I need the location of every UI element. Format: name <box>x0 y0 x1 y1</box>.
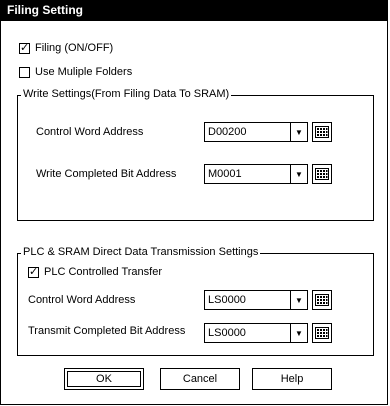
write-completed-label: Write Completed Bit Address <box>36 168 177 180</box>
chevron-down-icon[interactable]: ▼ <box>290 123 307 141</box>
chevron-down-icon[interactable]: ▼ <box>290 165 307 183</box>
plc-control-word-label: Control Word Address <box>28 294 136 306</box>
multiple-folders-checkbox[interactable] <box>19 66 30 78</box>
write-settings-title: Write Settings(From Filing Data To SRAM) <box>21 88 232 100</box>
keypad-icon[interactable] <box>312 290 332 310</box>
write-control-word-select[interactable]: D00200 ▼ <box>204 122 308 142</box>
multiple-folders-label: Use Muliple Folders <box>35 66 133 78</box>
window-title: Filing Setting <box>1 0 387 21</box>
keypad-icon[interactable] <box>312 323 332 343</box>
help-label: Help <box>280 373 304 385</box>
filing-checkbox[interactable] <box>19 41 30 55</box>
chevron-down-icon[interactable]: ▼ <box>290 324 307 342</box>
filing-toggle[interactable]: Filing (ON/OFF) <box>19 41 114 55</box>
help-button[interactable]: Help <box>252 368 332 390</box>
transmit-completed-field: LS0000 ▼ <box>204 323 332 343</box>
keypad-icon[interactable] <box>312 122 332 142</box>
transmit-completed-value: LS0000 <box>208 327 246 339</box>
write-settings-group: Write Settings(From Filing Data To SRAM)… <box>17 88 374 221</box>
write-control-word-value: D00200 <box>208 126 247 138</box>
plc-controlled-checkbox[interactable] <box>28 265 39 279</box>
cancel-button[interactable]: Cancel <box>160 368 240 390</box>
keypad-icon[interactable] <box>312 164 332 184</box>
write-completed-field: M0001 ▼ <box>204 164 332 184</box>
transmit-completed-select[interactable]: LS0000 ▼ <box>204 323 308 343</box>
write-completed-select[interactable]: M0001 ▼ <box>204 164 308 184</box>
write-control-word-field: D00200 ▼ <box>204 122 332 142</box>
plc-controlled-label: PLC Controlled Transfer <box>44 266 162 278</box>
plc-control-word-value: LS0000 <box>208 294 246 306</box>
plc-control-word-select[interactable]: LS0000 ▼ <box>204 290 308 310</box>
cancel-label: Cancel <box>182 373 218 385</box>
plc-sram-title: PLC & SRAM Direct Data Transmission Sett… <box>21 246 261 258</box>
plc-control-word-field: LS0000 ▼ <box>204 290 332 310</box>
write-completed-value: M0001 <box>208 168 242 180</box>
transmit-completed-label: Transmit Completed Bit Address <box>28 325 186 337</box>
plc-controlled-toggle[interactable]: PLC Controlled Transfer <box>28 265 162 279</box>
ok-button[interactable]: OK <box>64 368 144 390</box>
multiple-folders-toggle[interactable]: Use Muliple Folders <box>19 66 132 78</box>
plc-sram-group: PLC & SRAM Direct Data Transmission Sett… <box>17 246 374 356</box>
write-control-word-label: Control Word Address <box>36 126 144 138</box>
filing-label: Filing (ON/OFF) <box>35 42 114 54</box>
chevron-down-icon[interactable]: ▼ <box>290 291 307 309</box>
filing-setting-dialog: Filing Setting Filing (ON/OFF) Use Mulip… <box>0 0 388 405</box>
